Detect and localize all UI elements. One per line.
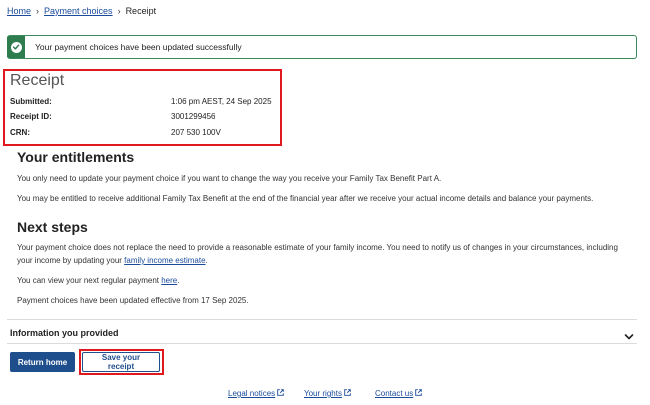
chevron-down-icon[interactable] [624, 328, 634, 340]
entitlements-paragraph: You only need to update your payment cho… [17, 174, 442, 183]
entitlements-heading: Your entitlements [17, 149, 135, 165]
effective-date-paragraph: Payment choices have been updated effect… [17, 296, 249, 305]
success-alert: Your payment choices have been updated s… [7, 35, 637, 59]
contact-us-link[interactable]: Contact us [375, 389, 423, 398]
save-receipt-button[interactable]: Save your receipt [82, 352, 160, 372]
next-payment-here-link[interactable]: here [161, 276, 177, 285]
information-provided-toggle[interactable]: Information you provided [10, 328, 119, 338]
next-payment-text: You can view your next regular payment [17, 276, 162, 285]
success-icon-box [7, 36, 25, 58]
your-rights-link[interactable]: Your rights [304, 389, 351, 398]
breadcrumb-separator: › [36, 6, 40, 16]
breadcrumb-payment-choices-link[interactable]: Payment choices [44, 5, 113, 17]
divider [7, 319, 637, 320]
legal-notices-link[interactable]: Legal notices [228, 389, 284, 398]
receipt-label: Receipt ID: [10, 112, 52, 121]
next-payment-text: . [177, 276, 180, 285]
your-rights-label: Your rights [304, 389, 342, 398]
next-payment-paragraph: You can view your next regular payment h… [17, 274, 627, 287]
receipt-label: CRN: [10, 128, 30, 137]
next-steps-heading: Next steps [17, 219, 88, 235]
return-home-button[interactable]: Return home [10, 352, 75, 372]
receipt-value: 3001299456 [171, 112, 216, 121]
receipt-value: 1:06 pm AEST, 24 Sep 2025 [171, 97, 272, 106]
receipt-value: 207 530 100V [171, 128, 221, 137]
family-income-estimate-link[interactable]: family income estimate [124, 256, 205, 265]
external-link-icon [415, 389, 423, 398]
alert-message: Your payment choices have been updated s… [35, 42, 242, 52]
divider [7, 343, 637, 344]
contact-us-label: Contact us [375, 389, 414, 398]
breadcrumb-current: Receipt [125, 6, 157, 16]
legal-notices-label: Legal notices [228, 389, 276, 398]
next-steps-paragraph: Your payment choice does not replace the… [17, 241, 627, 267]
receipt-title: Receipt [10, 72, 65, 89]
receipt-label: Submitted: [10, 97, 52, 106]
next-steps-text: . [205, 256, 208, 265]
breadcrumb-home-link[interactable]: Home [7, 5, 31, 17]
external-link-icon [277, 389, 284, 398]
check-circle-icon [10, 41, 22, 53]
breadcrumb: Home › Payment choices › Receipt [7, 5, 156, 17]
external-link-icon [344, 389, 351, 398]
next-steps-text: Your payment choice does not replace the… [17, 243, 618, 265]
entitlements-paragraph: You may be entitled to receive additiona… [17, 194, 594, 203]
breadcrumb-separator: › [117, 6, 121, 16]
